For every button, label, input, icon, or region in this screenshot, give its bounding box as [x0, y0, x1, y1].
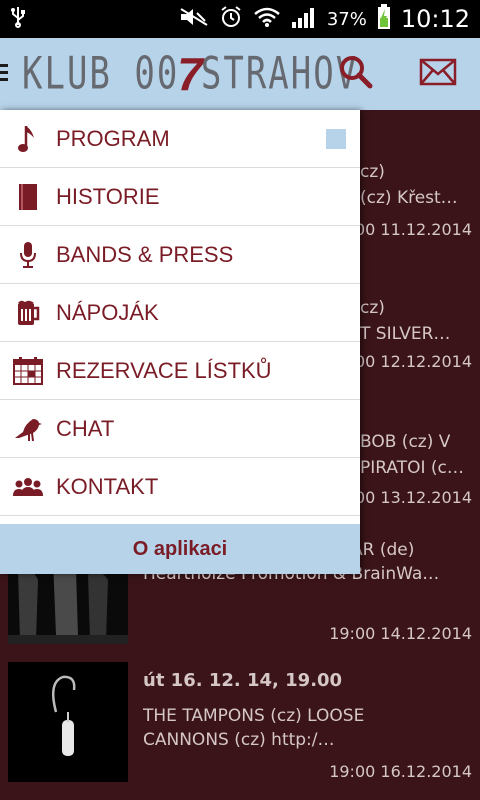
search-button[interactable] [336, 54, 376, 94]
signal-icon [291, 6, 317, 32]
event-line1: cz) [360, 298, 385, 318]
mail-icon [419, 58, 457, 90]
event-time: 19:00 14.12.2014 [329, 624, 472, 643]
event-line1: THE TAMPONS (cz) LOOSE [143, 706, 365, 726]
menu-icon[interactable] [0, 64, 8, 84]
active-indicator [326, 128, 346, 149]
calendar-icon [0, 356, 56, 385]
event-thumbnail [8, 662, 128, 782]
menu-item-napojak[interactable]: NÁPOJÁK [0, 284, 360, 342]
app-logo: KLUB 00 7 STRAHOV [22, 48, 359, 100]
menu-item-rezervace[interactable]: REZERVACE LÍSTKŮ [0, 342, 360, 400]
book-icon [0, 183, 56, 211]
usb-icon [10, 6, 26, 32]
menu-item-label: BANDS & PRESS [56, 241, 234, 267]
mail-button[interactable] [418, 54, 458, 94]
mute-icon [179, 7, 209, 31]
logo-seven: 7 [177, 48, 203, 100]
about-app-button[interactable]: O aplikaci [0, 524, 360, 574]
beer-mug-icon [0, 299, 56, 327]
menu-item-label: NÁPOJÁK [56, 299, 159, 325]
microphone-icon [0, 241, 56, 269]
bird-icon [0, 416, 56, 442]
event-line2: CANNONS (cz) http:/… [143, 730, 335, 750]
music-note-icon [0, 124, 56, 154]
clock: 10:12 [400, 5, 470, 33]
menu-item-label: HISTORIE [56, 183, 160, 209]
status-bar: 37% 10:12 [0, 0, 480, 38]
event-line2: (cz) Křest… [360, 188, 458, 208]
menu-item-label: KONTAKT [56, 473, 159, 499]
navigation-drawer: PROGRAM HISTORIE BANDS & PRESS NÁPOJÁK R… [0, 110, 360, 574]
event-line1: BOB (cz) V [360, 432, 451, 452]
event-line2: PIRATOI (c… [360, 458, 464, 478]
search-icon [338, 54, 374, 94]
logo-text-right: STRAHOV [200, 48, 359, 100]
menu-item-label: PROGRAM [56, 125, 170, 151]
menu-item-label: REZERVACE LÍSTKŮ [56, 357, 272, 383]
event-line2: T SILVER… [360, 324, 451, 344]
battery-charging-icon [377, 4, 391, 34]
menu-item-historie[interactable]: HISTORIE [0, 168, 360, 226]
menu-item-bands-press[interactable]: BANDS & PRESS [0, 226, 360, 284]
menu-item-label: CHAT [56, 415, 115, 441]
logo-text-left: KLUB 00 [22, 48, 180, 100]
app-bar: KLUB 00 7 STRAHOV [0, 38, 480, 110]
menu-item-chat[interactable]: CHAT [0, 400, 360, 458]
menu-item-kontakt[interactable]: KONTAKT [0, 458, 360, 516]
alarm-icon [219, 5, 243, 33]
people-icon [0, 477, 56, 497]
list-item[interactable]: út 16. 12. 14, 19.00 THE TAMPONS (cz) LO… [0, 662, 480, 792]
wifi-icon [253, 6, 281, 32]
battery-percentage: 37% [326, 8, 367, 30]
event-date: út 16. 12. 14, 19.00 [143, 670, 343, 691]
menu-item-program[interactable]: PROGRAM [0, 110, 360, 168]
event-line1: cz) [360, 162, 385, 182]
event-time: 19:00 16.12.2014 [329, 762, 472, 781]
